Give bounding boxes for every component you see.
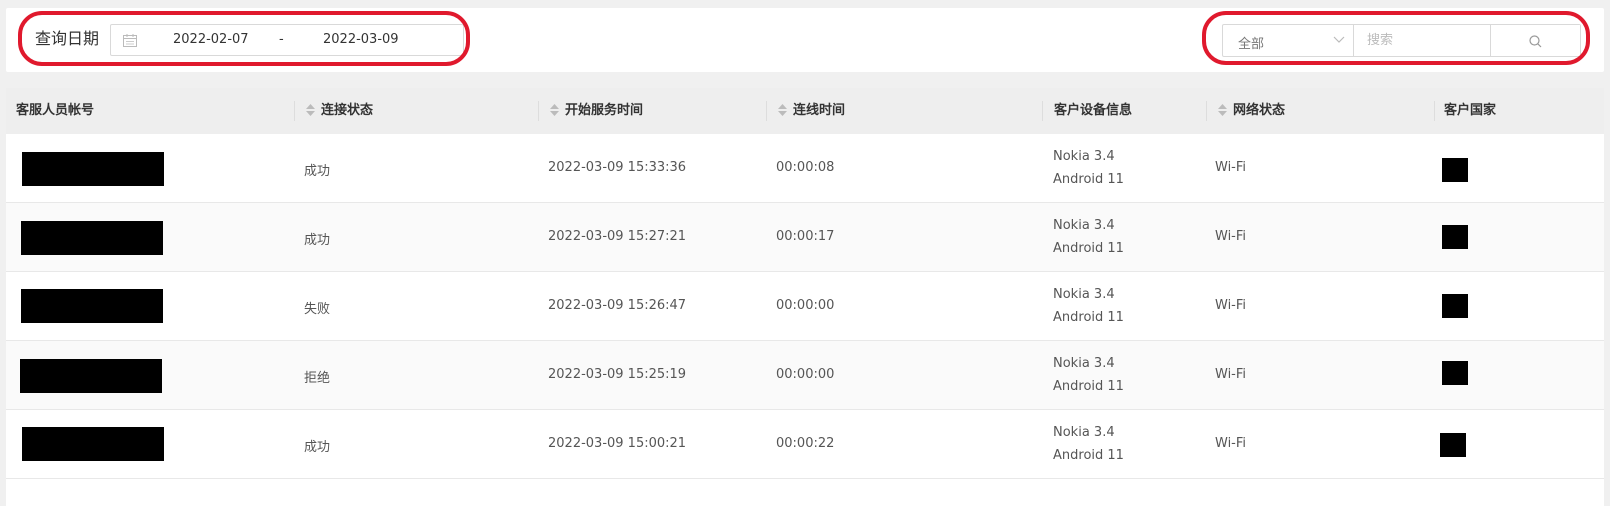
start-time-cell: 2022-03-09 15:26:47 (548, 298, 687, 313)
device-os: Android 11 (1053, 379, 1124, 394)
header-customer-device: 客户设备信息 (1054, 103, 1133, 118)
date-end-input[interactable]: 2022-03-09 (323, 32, 399, 47)
device-cell: Nokia 3.4 Android 11 (1053, 352, 1124, 398)
status-cell: 成功 (304, 233, 331, 248)
duration-cell: 00:00:00 (776, 298, 835, 313)
device-cell: Nokia 3.4 Android 11 (1053, 214, 1124, 260)
device-os: Android 11 (1053, 172, 1124, 187)
column-divider (1042, 101, 1043, 121)
network-cell: Wi-Fi (1215, 367, 1247, 382)
status-cell: 成功 (304, 164, 331, 179)
redacted-country (1440, 433, 1466, 457)
device-os: Android 11 (1053, 241, 1124, 256)
network-cell: Wi-Fi (1215, 229, 1247, 244)
table-header: 客服人员帐号 连接状态 开始服务时间 连线时间 客户设备信息 网络状态 客户国家 (6, 88, 1604, 134)
start-time-cell: 2022-03-09 15:00:21 (548, 436, 687, 451)
column-divider (294, 101, 295, 121)
redacted-country (1442, 225, 1468, 249)
device-os: Android 11 (1053, 310, 1124, 325)
device-cell: Nokia 3.4 Android 11 (1053, 283, 1124, 329)
header-agent-account: 客服人员帐号 (16, 103, 95, 118)
records-table: 客服人员帐号 连接状态 开始服务时间 连线时间 客户设备信息 网络状态 客户国家… (6, 88, 1604, 506)
redacted-agent-account (21, 221, 163, 255)
start-time-cell: 2022-03-09 15:27:21 (548, 229, 687, 244)
column-divider (538, 101, 539, 121)
header-network-status[interactable]: 网络状态 (1218, 88, 1285, 134)
date-range-separator: - (279, 32, 284, 47)
device-model: Nokia 3.4 (1053, 149, 1115, 164)
network-cell: Wi-Fi (1215, 160, 1247, 175)
column-divider (766, 101, 767, 121)
start-time-cell: 2022-03-09 15:25:19 (548, 367, 687, 382)
network-cell: Wi-Fi (1215, 436, 1247, 451)
table-row[interactable]: 拒绝 2022-03-09 15:25:19 00:00:00 Nokia 3.… (6, 341, 1604, 410)
start-time-cell: 2022-03-09 15:33:36 (548, 160, 687, 175)
status-select-value: 全部 (1238, 37, 1265, 52)
status-cell: 拒绝 (304, 371, 331, 386)
sort-icon[interactable] (550, 103, 559, 116)
filter-bar: 查询日期 2022-02-07 - 2022-03-09 全部 (6, 8, 1604, 72)
device-cell: Nokia 3.4 Android 11 (1053, 145, 1124, 191)
chevron-down-icon (1333, 36, 1345, 43)
redacted-agent-account (21, 289, 163, 323)
device-model: Nokia 3.4 (1053, 218, 1115, 233)
column-divider (1434, 101, 1435, 121)
header-connected-duration[interactable]: 连线时间 (778, 88, 845, 134)
column-divider (1206, 101, 1207, 121)
device-cell: Nokia 3.4 Android 11 (1053, 421, 1124, 467)
redacted-agent-account (20, 359, 162, 393)
search-input[interactable] (1355, 25, 1489, 56)
search-icon (1529, 35, 1542, 48)
device-model: Nokia 3.4 (1053, 356, 1115, 371)
duration-cell: 00:00:00 (776, 367, 835, 382)
duration-cell: 00:00:22 (776, 436, 835, 451)
device-model: Nokia 3.4 (1053, 425, 1115, 440)
sort-icon[interactable] (1218, 103, 1227, 116)
date-start-input[interactable]: 2022-02-07 (173, 32, 249, 47)
sort-icon[interactable] (778, 103, 787, 116)
table-row[interactable]: 成功 2022-03-09 15:33:36 00:00:08 Nokia 3.… (6, 134, 1604, 203)
redacted-country (1442, 158, 1468, 182)
status-select[interactable]: 全部 (1223, 25, 1354, 56)
status-cell: 失败 (304, 302, 331, 317)
table-row[interactable]: 成功 2022-03-09 15:27:21 00:00:17 Nokia 3.… (6, 203, 1604, 272)
date-range-picker[interactable]: 2022-02-07 - 2022-03-09 (110, 24, 464, 56)
device-os: Android 11 (1053, 448, 1124, 463)
status-cell: 成功 (304, 440, 331, 455)
date-filter-label: 查询日期 (35, 29, 100, 48)
header-connection-status[interactable]: 连接状态 (306, 88, 373, 134)
redacted-country (1442, 361, 1468, 385)
table-row[interactable]: 成功 2022-03-09 15:00:21 00:00:22 Nokia 3.… (6, 410, 1604, 479)
redacted-country (1442, 294, 1468, 318)
search-group: 全部 (1222, 24, 1581, 57)
table-row[interactable]: 失败 2022-03-09 15:26:47 00:00:00 Nokia 3.… (6, 272, 1604, 341)
calendar-icon (123, 34, 137, 47)
search-button[interactable] (1490, 25, 1580, 56)
redacted-agent-account (22, 152, 164, 186)
header-customer-country: 客户国家 (1444, 103, 1497, 118)
redacted-agent-account (22, 427, 164, 461)
device-model: Nokia 3.4 (1053, 287, 1115, 302)
duration-cell: 00:00:17 (776, 229, 835, 244)
sort-icon[interactable] (306, 103, 315, 116)
duration-cell: 00:00:08 (776, 160, 835, 175)
network-cell: Wi-Fi (1215, 298, 1247, 313)
header-service-start-time[interactable]: 开始服务时间 (550, 88, 643, 134)
